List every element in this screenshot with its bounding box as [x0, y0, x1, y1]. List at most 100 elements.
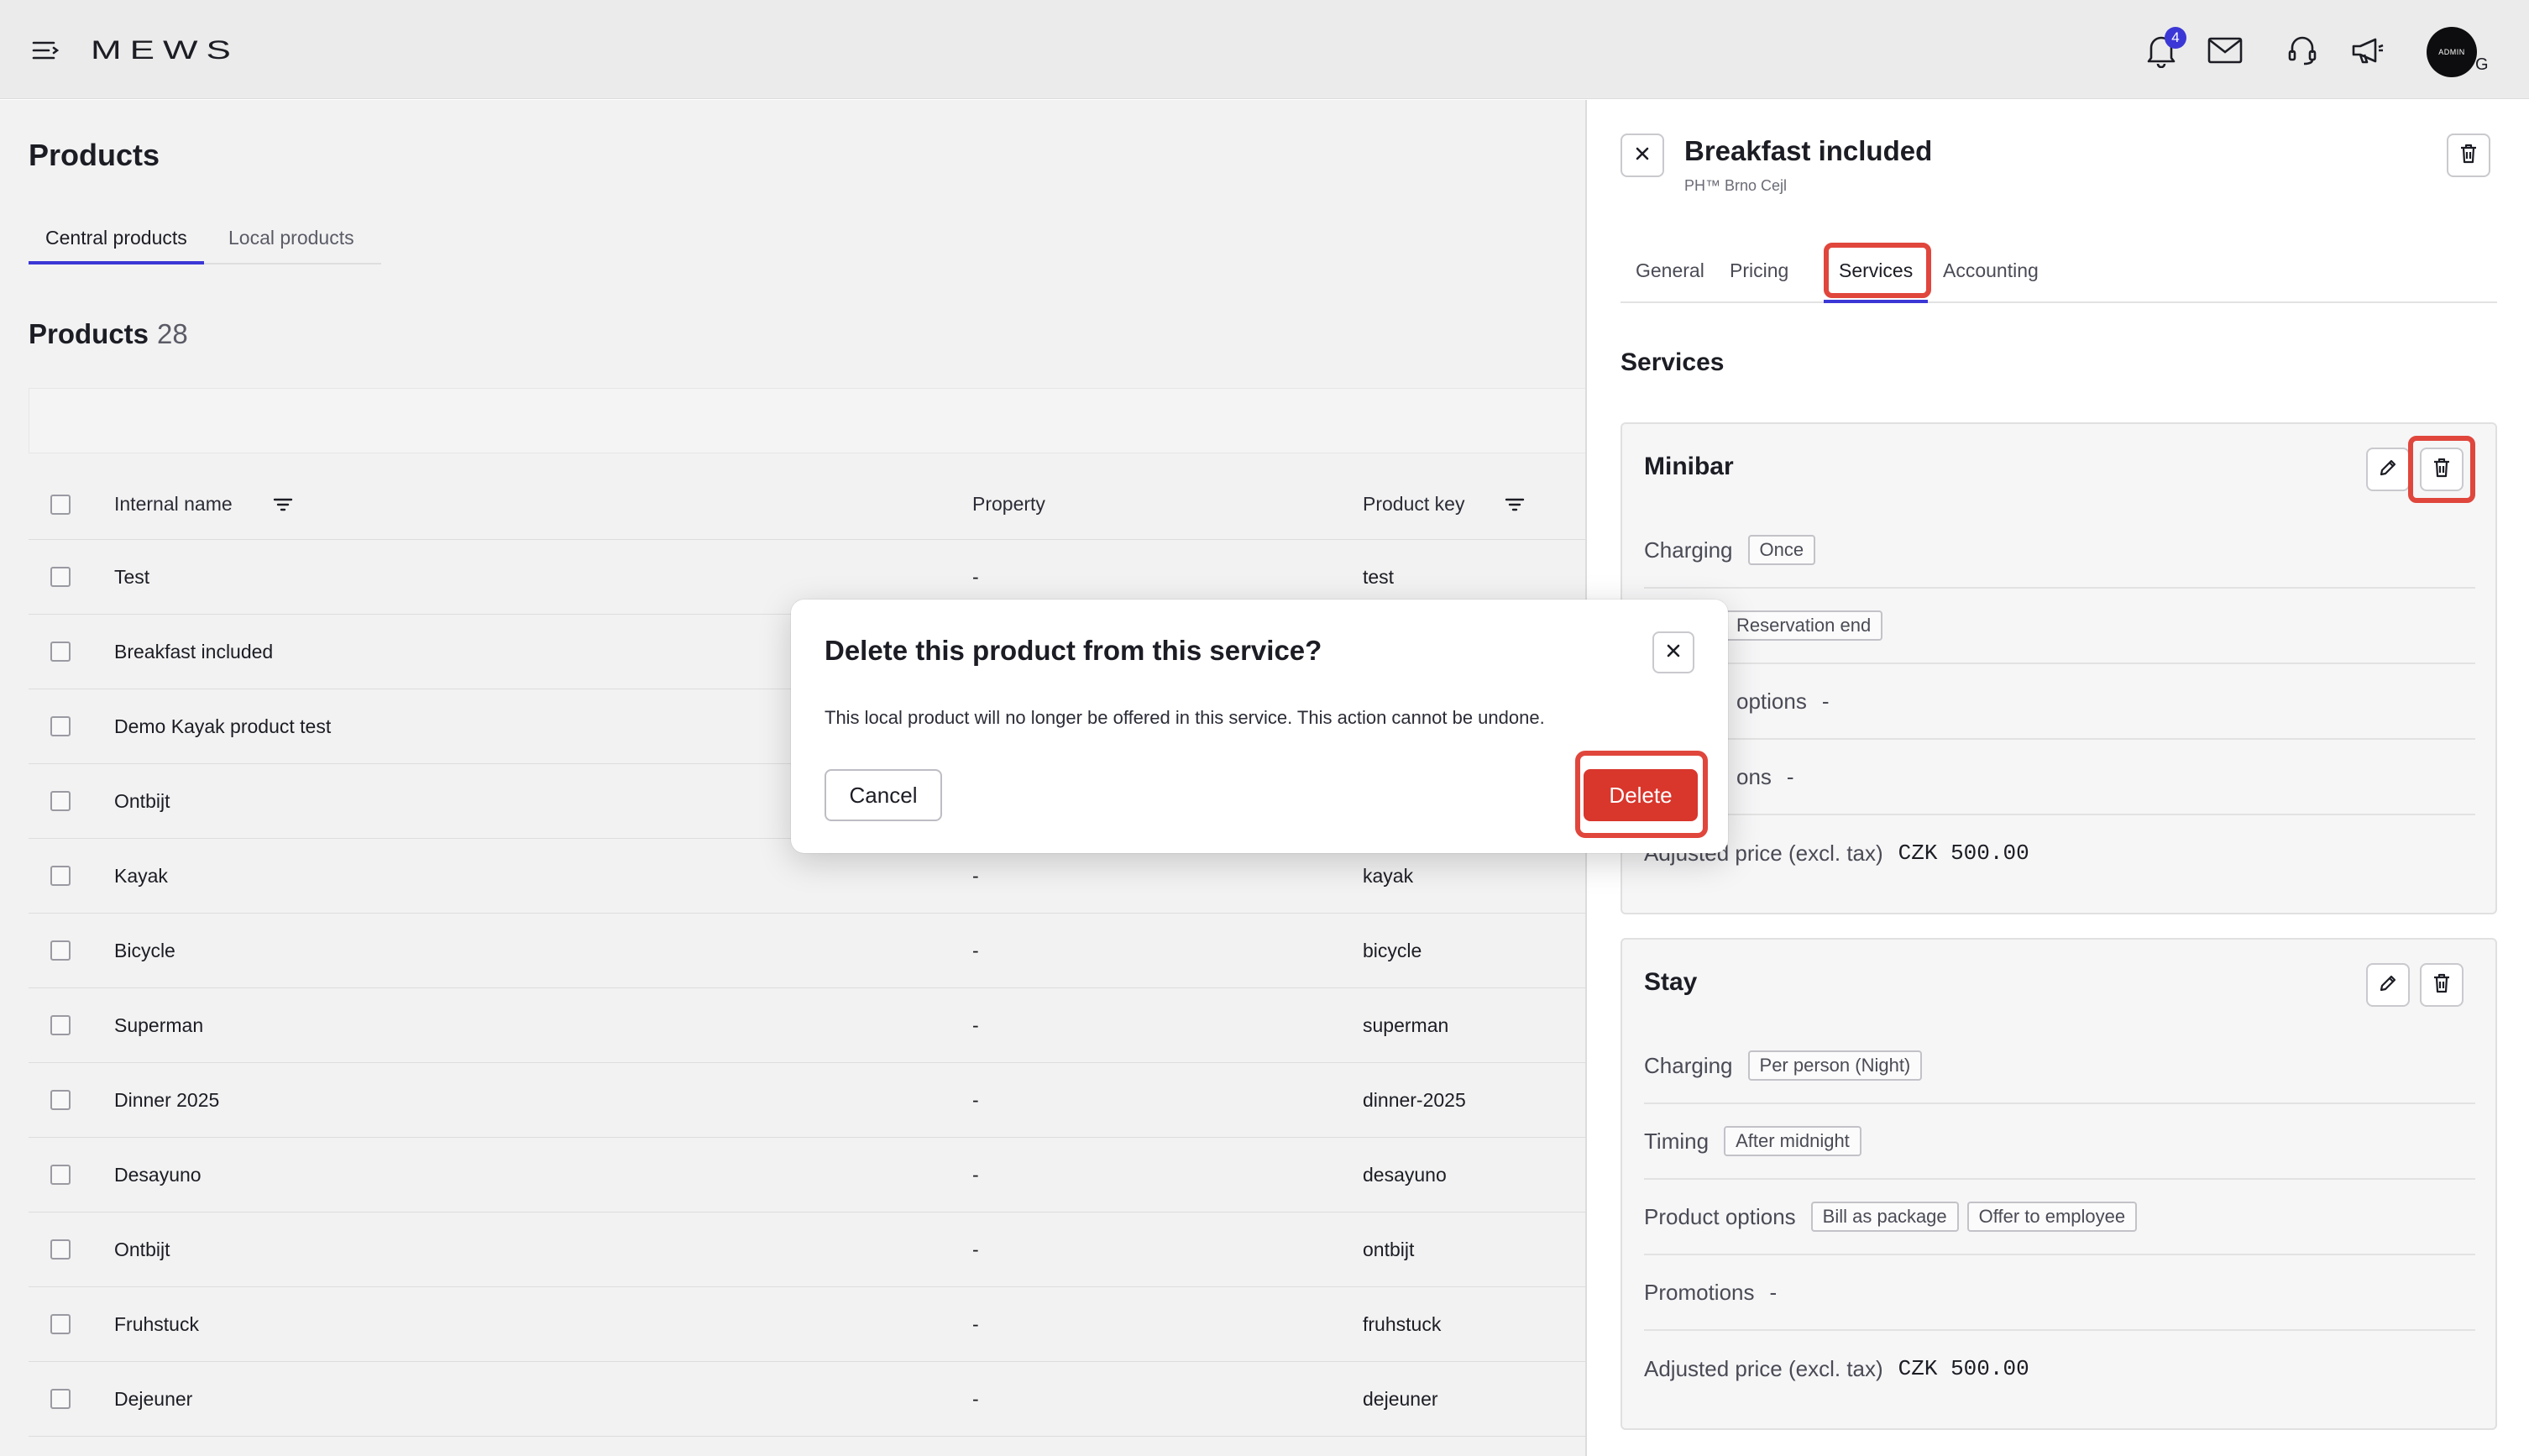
row-checkbox[interactable] — [50, 1287, 71, 1361]
avatar[interactable]: ADMIN — [2427, 27, 2477, 77]
mail-icon[interactable] — [2203, 29, 2247, 72]
cell-internal-name: Demo Kayak product test — [114, 715, 332, 737]
tab-central-products[interactable]: Central products — [29, 217, 204, 264]
row-value: - — [1786, 763, 1794, 789]
select-all-checkbox[interactable] — [50, 469, 71, 539]
filter-bar[interactable] — [29, 388, 1585, 453]
close-panel-button[interactable] — [1621, 134, 1664, 177]
row-value: - — [1769, 1279, 1778, 1305]
cell-internal-name: Desayuno — [114, 1163, 202, 1186]
column-header-product-key[interactable]: Product key — [1363, 469, 1525, 539]
row-label: ons — [1736, 763, 1772, 789]
dialog-body: This local product will no longer be off… — [825, 707, 1545, 728]
service-row-product-options: Product options Bill as package Offer to… — [1644, 1180, 2475, 1255]
cell-property: - — [972, 1387, 979, 1410]
column-product-key-label: Product key — [1363, 493, 1465, 515]
table-row[interactable]: Bicycle - bicycle — [29, 914, 1585, 988]
row-checkbox[interactable] — [50, 689, 71, 763]
product-tabs: Central products Local products — [29, 217, 381, 264]
delete-button[interactable]: Delete — [1584, 769, 1698, 821]
row-checkbox[interactable] — [50, 1362, 71, 1436]
edit-service-button[interactable] — [2366, 448, 2410, 491]
mews-logo[interactable]: MEWS — [91, 31, 239, 70]
row-checkbox[interactable] — [50, 1063, 71, 1137]
notification-badge: 4 — [2165, 27, 2186, 49]
cell-property: - — [972, 1013, 979, 1036]
cancel-button[interactable]: Cancel — [825, 769, 942, 821]
top-bar: MEWS 4 ADMIN G — [0, 0, 2529, 99]
cell-property: - — [972, 1163, 979, 1186]
row-checkbox[interactable] — [50, 1138, 71, 1212]
row-checkbox[interactable] — [50, 1212, 71, 1286]
cell-product-key: superman — [1363, 1013, 1449, 1036]
products-heading-label: Products — [29, 318, 149, 349]
products-count: 28 — [157, 318, 188, 349]
megaphone-icon[interactable] — [2346, 29, 2390, 72]
products-heading: Products 28 — [29, 318, 188, 350]
row-label: Product options — [1644, 1203, 1796, 1229]
pencil-icon — [2379, 974, 2397, 997]
cell-internal-name: Ontbijt — [114, 1238, 170, 1260]
table-row[interactable]: Fruhstuck - fruhstuck — [29, 1287, 1585, 1362]
table-row[interactable]: Superman - superman — [29, 988, 1585, 1063]
remove-service-button[interactable] — [2420, 963, 2464, 1007]
close-icon — [1634, 145, 1651, 166]
table-row[interactable]: Dejeuner - dejeuner — [29, 1362, 1585, 1437]
row-checkbox[interactable] — [50, 540, 71, 614]
row-checkbox[interactable] — [50, 764, 71, 838]
service-row-charging: Charging Once — [1644, 513, 2475, 589]
edit-service-button[interactable] — [2366, 963, 2410, 1007]
tag: Once — [1747, 535, 1816, 565]
service-name: Minibar — [1644, 453, 1734, 480]
service-row-timing: Reservation end — [1644, 589, 2475, 664]
cell-product-key: dejeuner — [1363, 1387, 1438, 1410]
row-checkbox[interactable] — [50, 615, 71, 689]
row-label: Charging — [1644, 1052, 1733, 1078]
table-row[interactable]: Dinner 2025 - dinner-2025 — [29, 1063, 1585, 1138]
dialog-title: Delete this product from this service? — [825, 635, 1322, 666]
row-checkbox[interactable] — [50, 988, 71, 1062]
tab-local-products[interactable]: Local products — [228, 217, 354, 264]
cell-internal-name: Breakfast included — [114, 640, 274, 663]
services-tab-highlight — [1824, 243, 1931, 298]
service-row-adjusted-price: Adjusted price (excl. tax) CZK 500.00 — [1644, 815, 2475, 891]
cell-property: - — [972, 939, 979, 961]
tag: After midnight — [1724, 1126, 1861, 1156]
service-row-promotions: Promotions - — [1644, 1255, 2475, 1331]
tab-pricing[interactable]: Pricing — [1730, 243, 1788, 303]
row-label: Charging — [1644, 537, 1733, 563]
service-row-product-options: options - — [1644, 664, 2475, 740]
service-card-minibar: Minibar Charging Once Reservation end op… — [1621, 422, 2497, 914]
cell-internal-name: Superman — [114, 1013, 204, 1036]
headset-icon[interactable] — [2280, 29, 2324, 72]
pencil-icon — [2379, 458, 2397, 481]
table-row[interactable]: Desayuno - desayuno — [29, 1138, 1585, 1212]
cell-product-key: ontbijt — [1363, 1238, 1415, 1260]
cell-internal-name: Dinner 2025 — [114, 1088, 220, 1111]
row-checkbox[interactable] — [50, 839, 71, 913]
column-header-internal-name[interactable]: Internal name — [114, 469, 293, 539]
filter-icon[interactable] — [1505, 497, 1525, 512]
table-row[interactable]: Ontbijt - ontbijt — [29, 1212, 1585, 1287]
trash-icon — [2432, 973, 2451, 998]
service-row-charging: Charging Per person (Night) — [1644, 1029, 2475, 1104]
tab-accounting[interactable]: Accounting — [1943, 243, 2039, 303]
tab-general[interactable]: General — [1636, 243, 1704, 303]
cell-product-key: bicycle — [1363, 939, 1422, 961]
tag: Offer to employee — [1966, 1202, 2138, 1232]
column-internal-name-label: Internal name — [114, 493, 233, 515]
row-checkbox[interactable] — [50, 914, 71, 987]
panel-subtitle: PH™ Brno Cejl — [1684, 177, 1788, 194]
service-row-adjusted-price: Adjusted price (excl. tax) CZK 500.00 — [1644, 1331, 2475, 1406]
dialog-close-button[interactable] — [1652, 631, 1694, 673]
menu-icon[interactable] — [25, 32, 65, 69]
delete-product-button[interactable] — [2447, 134, 2490, 177]
row-label: Promotions — [1644, 1279, 1755, 1305]
cell-internal-name: Dejeuner — [114, 1387, 193, 1410]
column-header-property[interactable]: Property — [972, 469, 1045, 539]
close-icon — [1666, 643, 1681, 663]
page-title: Products — [29, 138, 160, 172]
cell-internal-name: Ontbijt — [114, 789, 170, 812]
tag: Bill as package — [1810, 1202, 1959, 1232]
filter-icon[interactable] — [273, 497, 293, 512]
